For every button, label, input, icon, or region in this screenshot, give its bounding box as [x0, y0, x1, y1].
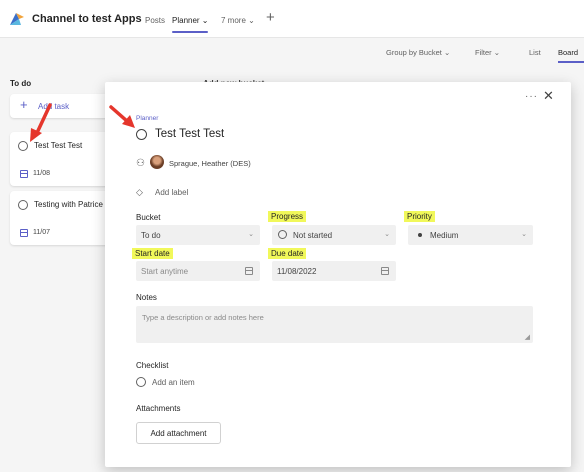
- resize-handle-icon[interactable]: ◢: [525, 333, 530, 341]
- chevron-down-icon: ⌄: [384, 231, 390, 238]
- tag-icon: ◇: [136, 187, 143, 197]
- group-by-dropdown[interactable]: Group by Bucket ⌄: [386, 48, 450, 57]
- panel-breadcrumb: Planner: [136, 115, 159, 122]
- tab-planner[interactable]: Planner ⌄: [172, 16, 209, 25]
- add-label-button[interactable]: Add label: [155, 188, 188, 197]
- priority-value: Medium: [430, 231, 459, 240]
- progress-dropdown[interactable]: Not started ⌄: [272, 225, 396, 245]
- board-toolbar: Group by Bucket ⌄ Filter ⌄ List Board: [0, 39, 584, 65]
- not-started-icon: [278, 230, 287, 239]
- notes-field[interactable]: Type a description or add notes here ◢: [136, 306, 533, 343]
- chevron-down-icon: ⌄: [248, 231, 254, 238]
- calendar-icon: [20, 229, 28, 237]
- close-icon[interactable]: ✕: [543, 89, 554, 102]
- checklist-item-icon: [136, 377, 146, 387]
- chevron-down-icon: ⌄: [521, 231, 527, 238]
- complete-task-icon[interactable]: [136, 129, 147, 140]
- avatar[interactable]: [150, 155, 164, 169]
- priority-dropdown[interactable]: Medium ⌄: [408, 225, 533, 245]
- task-due-date: 11/07: [33, 229, 50, 236]
- active-tab-indicator: [172, 31, 208, 33]
- bucket-title: To do: [10, 79, 32, 88]
- add-tab-icon[interactable]: +: [266, 10, 275, 25]
- assign-icon[interactable]: ⚇: [136, 158, 145, 169]
- due-date-value: 11/08/2022: [277, 267, 317, 276]
- more-options-icon[interactable]: ···: [525, 91, 538, 102]
- bucket-dropdown[interactable]: To do ⌄: [136, 225, 260, 245]
- calendar-icon: [20, 170, 28, 178]
- task-card[interactable]: Test Test Test 11/08: [10, 132, 110, 186]
- task-title: Testing with Patrice: [34, 200, 103, 209]
- start-date-label: Start date: [132, 248, 173, 259]
- complete-task-icon[interactable]: [18, 141, 28, 151]
- plus-icon: +: [20, 97, 28, 112]
- add-attachment-button[interactable]: Add attachment: [136, 422, 221, 444]
- annotation-arrow-icon: [109, 105, 135, 128]
- due-date-label: Due date: [268, 248, 307, 259]
- annotation-arrow-icon: [30, 103, 52, 142]
- board-tab-indicator: [558, 61, 584, 63]
- board-view-tab[interactable]: Board: [558, 48, 578, 57]
- start-date-picker[interactable]: Start anytime: [136, 261, 260, 281]
- calendar-icon: [381, 267, 389, 275]
- priority-label: Priority: [404, 211, 435, 222]
- assignee-name: Sprague, Heather (DES): [169, 159, 251, 168]
- notes-placeholder: Type a description or add notes here: [142, 313, 264, 322]
- task-detail-panel: ··· ✕ Planner Test Test Test ⚇ Sprague, …: [105, 82, 571, 467]
- attachments-label: Attachments: [136, 404, 181, 413]
- tab-more[interactable]: 7 more ⌄: [221, 16, 255, 25]
- start-date-placeholder: Start anytime: [141, 267, 189, 276]
- task-card[interactable]: Testing with Patrice 11/07: [10, 191, 110, 245]
- list-view-tab[interactable]: List: [529, 48, 541, 57]
- due-date-picker[interactable]: 11/08/2022: [272, 261, 396, 281]
- priority-medium-icon: [418, 233, 422, 237]
- checklist-label: Checklist: [136, 361, 169, 370]
- progress-value: Not started: [293, 231, 333, 240]
- tab-posts[interactable]: Posts: [145, 16, 165, 25]
- calendar-icon: [245, 267, 253, 275]
- bucket-value: To do: [141, 231, 161, 240]
- channel-title: Channel to test Apps: [32, 13, 142, 25]
- channel-header: Channel to test Apps Posts Planner ⌄ 7 m…: [0, 0, 584, 38]
- add-task-button[interactable]: + Add task: [10, 94, 110, 118]
- task-title-field[interactable]: Test Test Test: [155, 128, 224, 140]
- planner-app-icon: [10, 13, 24, 25]
- complete-task-icon[interactable]: [18, 200, 28, 210]
- task-due-date: 11/08: [33, 170, 50, 177]
- progress-label: Progress: [268, 211, 307, 222]
- filter-dropdown[interactable]: Filter ⌄: [475, 48, 500, 57]
- notes-label: Notes: [136, 293, 157, 302]
- bucket-label: Bucket: [136, 213, 161, 222]
- add-checklist-item-input[interactable]: Add an item: [152, 378, 195, 387]
